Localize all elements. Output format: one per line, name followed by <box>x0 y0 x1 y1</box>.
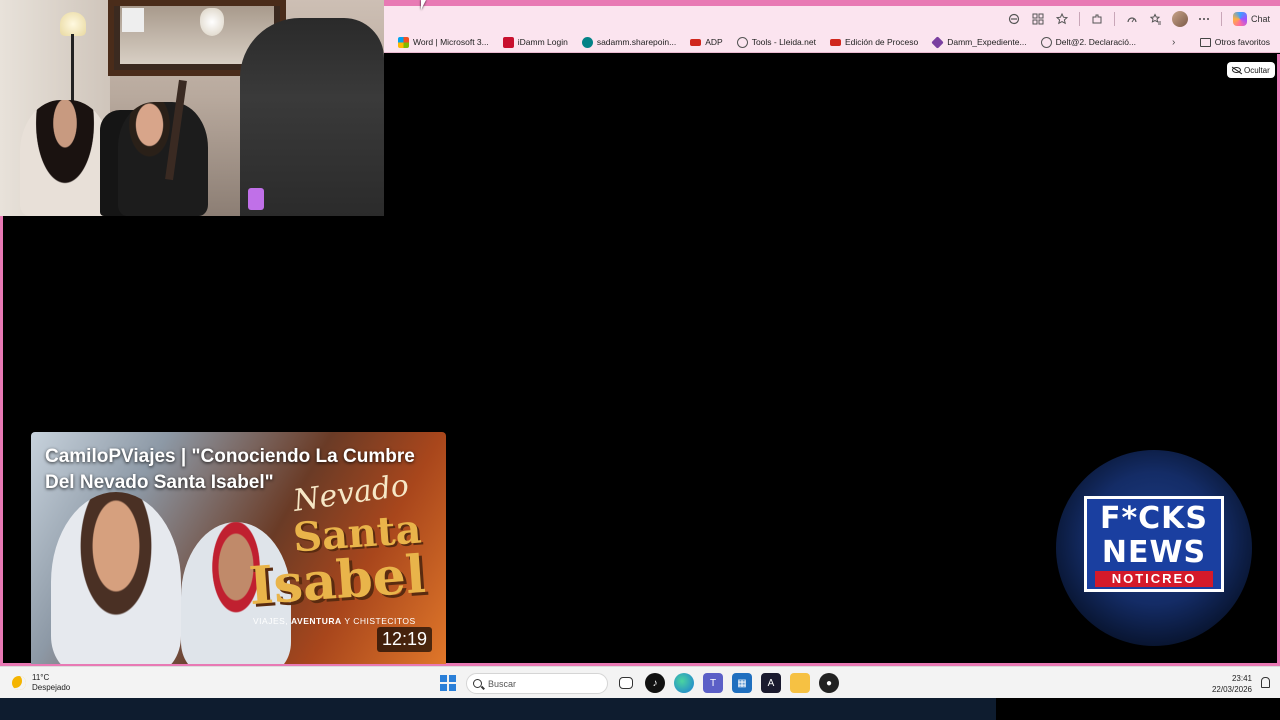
clock-date: 22/03/2026 <box>1211 685 1252 694</box>
eye-off-icon <box>1232 67 1241 73</box>
bookmark-label: Delt@2. Declaració... <box>1055 37 1137 47</box>
hide-button[interactable]: Ocultar <box>1227 62 1275 78</box>
tagline-part-a: VIAJES, <box>253 616 292 626</box>
bookmark-idamm-login[interactable]: iDamm Login <box>502 36 568 48</box>
bookmark-label: ADP <box>705 37 723 47</box>
start-button[interactable] <box>440 675 456 691</box>
news-logo-sub: NOTICREO <box>1095 571 1213 587</box>
news-logo-line2: NEWS <box>1101 535 1207 570</box>
other-bookmarks-button[interactable]: Otros favoritos <box>1199 37 1270 47</box>
edge-browser-icon[interactable] <box>674 673 694 693</box>
bookmark-label: Tools - Lleida.net <box>751 37 816 47</box>
file-explorer-icon[interactable] <box>790 673 810 693</box>
weather-condition: Despejado <box>32 683 71 692</box>
screen: Chat Word | Microsoft 3... iDamm Login s… <box>0 0 1280 720</box>
adp-icon <box>690 38 702 46</box>
performance-icon[interactable] <box>1122 9 1142 29</box>
webcam-air-conditioner <box>122 8 144 32</box>
other-bookmarks-label: Otros favoritos <box>1214 37 1270 47</box>
news-logo-line1: F*CKS <box>1099 501 1209 536</box>
video-duration: 12:19 <box>376 627 432 652</box>
favorite-star-icon[interactable] <box>1052 9 1072 29</box>
webcam-feed <box>0 0 384 216</box>
clock-time: 23:41 <box>1231 674 1252 683</box>
globe-icon <box>736 36 748 48</box>
webcam-cup <box>248 188 264 210</box>
tiktok-icon[interactable]: ♪ <box>645 673 665 693</box>
bookmark-label: iDamm Login <box>517 37 568 47</box>
video-card[interactable]: Nevado Santa Isabel VIAJES, AVENTURA Y C… <box>31 432 446 664</box>
browser-toolbar: Chat <box>384 6 1280 32</box>
star-icon <box>502 36 514 48</box>
news-logo-box: F*CKS NEWS NOTICREO <box>1084 496 1224 592</box>
search-placeholder: Buscar <box>488 678 517 689</box>
read-aloud-icon[interactable] <box>1004 9 1024 29</box>
bookmark-sharepoint[interactable]: sadamm.sharepoin... <box>581 36 677 48</box>
bookmark-word[interactable]: Word | Microsoft 3... <box>398 36 489 48</box>
store-icon[interactable]: ▦ <box>732 673 752 693</box>
bookmark-label: sadamm.sharepoin... <box>596 37 677 47</box>
toolbar-separator <box>1220 12 1222 26</box>
frame-border-left <box>0 216 3 666</box>
bookmark-label: Damm_Expediente... <box>947 37 1027 47</box>
webcam-person-right <box>240 18 384 216</box>
thumbnail-text-isabel: Isabel <box>247 543 428 618</box>
bookmark-label: Edición de Proceso <box>844 37 919 47</box>
news-logo: F*CKS NEWS NOTICREO <box>1056 450 1252 646</box>
diamond-icon <box>931 35 944 49</box>
weather-text: 11°C Despejado <box>32 673 70 693</box>
video-title[interactable]: CamiloPViajes | "Conociendo La Cumbre De… <box>45 444 440 496</box>
mouse-cursor-icon <box>421 0 431 10</box>
webcam-person-center <box>118 102 208 216</box>
bookmark-edicion-proceso[interactable]: Edición de Proceso <box>829 37 919 47</box>
copilot-icon <box>1232 12 1247 26</box>
apps-icon[interactable] <box>1028 9 1048 29</box>
thumbnail-tagline: VIAJES, AVENTURA Y CHISTECITOS <box>253 616 416 626</box>
adobe-acrobat-icon[interactable]: A <box>761 673 781 693</box>
globe-icon <box>1040 36 1052 48</box>
webcam-chandelier <box>200 8 224 36</box>
webcam-lamp <box>60 12 86 36</box>
adp-icon <box>829 38 841 46</box>
bookmark-adp[interactable]: ADP <box>690 37 723 47</box>
bookmark-label: Word | Microsoft 3... <box>413 37 489 47</box>
taskbar-search[interactable]: Buscar <box>466 673 608 694</box>
teams-icon[interactable]: T <box>703 673 723 693</box>
favorites-list-icon[interactable] <box>1146 9 1166 29</box>
system-clock[interactable]: 23:41 22/03/2026 <box>1212 673 1252 695</box>
bookmark-lleida[interactable]: Tools - Lleida.net <box>736 36 816 48</box>
bookmarks-bar: Word | Microsoft 3... iDamm Login sadamm… <box>384 32 1280 53</box>
sharepoint-icon <box>581 36 593 48</box>
profile-avatar[interactable] <box>1170 9 1190 29</box>
notifications-icon[interactable] <box>1261 677 1270 688</box>
microsoft-icon <box>398 36 409 48</box>
webcam-person-left <box>20 100 110 216</box>
task-view-icon[interactable] <box>619 677 633 689</box>
thumbnail-person-1 <box>51 492 181 664</box>
copilot-chat-button[interactable]: Chat <box>1229 12 1274 26</box>
toolbar-separator <box>1113 12 1115 26</box>
taskbar-apps: ♪ T ▦ A ● <box>616 673 839 693</box>
toolbar-separator <box>1078 12 1080 26</box>
bookmark-damm-expediente[interactable]: Damm_Expediente... <box>931 35 1027 49</box>
more-options-icon[interactable] <box>1194 9 1214 29</box>
tagline-part-c: Y CHISTECITOS <box>341 616 416 626</box>
bookmarks-overflow-chevron-icon[interactable]: › <box>1172 37 1175 48</box>
secondary-display-left <box>0 698 996 720</box>
weather-temperature: 11°C <box>32 673 50 682</box>
chat-label: Chat <box>1250 14 1270 24</box>
weather-widget[interactable]: 11°C Despejado <box>12 673 70 693</box>
tagline-part-b: AVENTURA <box>291 616 342 626</box>
obs-record-icon[interactable]: ● <box>819 673 839 693</box>
secondary-display-strip <box>0 698 1280 720</box>
windows-taskbar: 11°C Despejado Buscar ♪ T ▦ A ● 23:41 22… <box>0 666 1280 698</box>
search-icon <box>473 679 482 688</box>
bookmark-delta2[interactable]: Delt@2. Declaració... <box>1040 36 1137 48</box>
hide-button-label: Ocultar <box>1244 65 1270 75</box>
folder-icon <box>1199 37 1211 47</box>
extensions-icon[interactable] <box>1087 9 1107 29</box>
moon-icon <box>12 676 26 690</box>
